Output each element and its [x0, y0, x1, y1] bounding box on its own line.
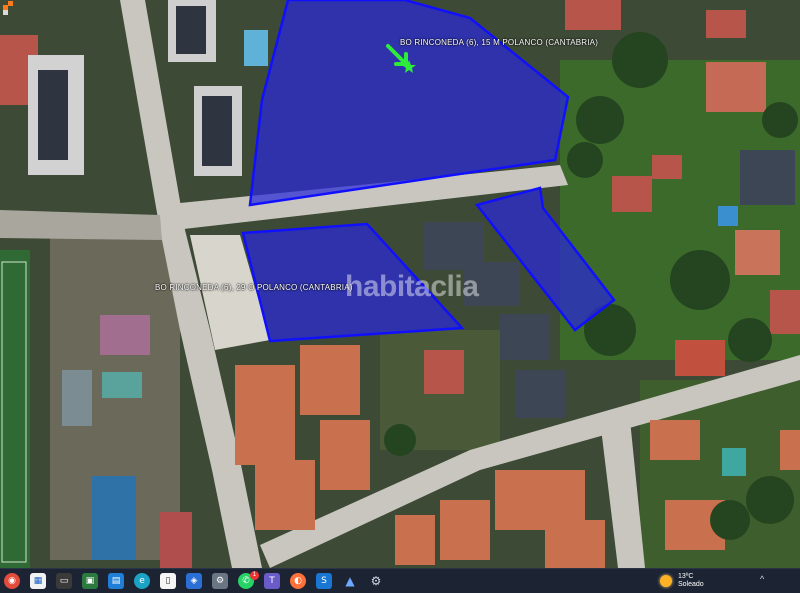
file-explorer-icon[interactable]: ▭: [56, 573, 72, 589]
shield-icon[interactable]: S: [316, 573, 332, 589]
satellite-map[interactable]: BO RINCONEDA (6), 15 M POLANCO (CANTABRI…: [0, 0, 800, 568]
start-icon[interactable]: ◉: [4, 573, 20, 589]
store-icon[interactable]: ◈: [186, 573, 202, 589]
notification-badge: 1: [250, 571, 259, 580]
gear-icon[interactable]: ⚙: [368, 573, 384, 589]
weather-temperature: 13ºC: [678, 573, 694, 580]
settings-icon[interactable]: ⚙: [212, 573, 228, 589]
weather-condition: Soleado: [678, 581, 704, 588]
plot-label-top: BO RINCONEDA (6), 15 M POLANCO (CANTABRI…: [400, 38, 599, 47]
sun-icon: [660, 575, 672, 587]
playground: [102, 372, 142, 398]
arrow-app-icon[interactable]: ▲: [342, 573, 358, 589]
tray-chevron-up-icon[interactable]: ^: [760, 574, 764, 584]
firefox-icon[interactable]: ◐: [290, 573, 306, 589]
basketball-court: [92, 476, 136, 560]
document-icon[interactable]: ▯: [160, 573, 176, 589]
watermark-logo-icon: [3, 1, 13, 15]
plot-label-bottom: BO RINCONEDA (6), 29 O POLANCO (CANTABRI…: [155, 283, 353, 292]
road: [0, 210, 162, 240]
news-icon[interactable]: ▦: [30, 573, 46, 589]
skate-area: [62, 370, 92, 426]
playground: [100, 315, 150, 355]
edge-icon[interactable]: e: [134, 573, 150, 589]
taskbar: ◉ ▦ ▭ ▣ ▤ e ▯ ◈ ⚙ ✆ T 1 ◐ S ▲ ⚙ 13ºC Sol…: [0, 568, 800, 593]
photos-icon[interactable]: ▤: [108, 573, 124, 589]
teams-icon[interactable]: T: [264, 573, 280, 589]
watermark: habitaclia: [345, 270, 479, 303]
apps-icon[interactable]: ▣: [82, 573, 98, 589]
